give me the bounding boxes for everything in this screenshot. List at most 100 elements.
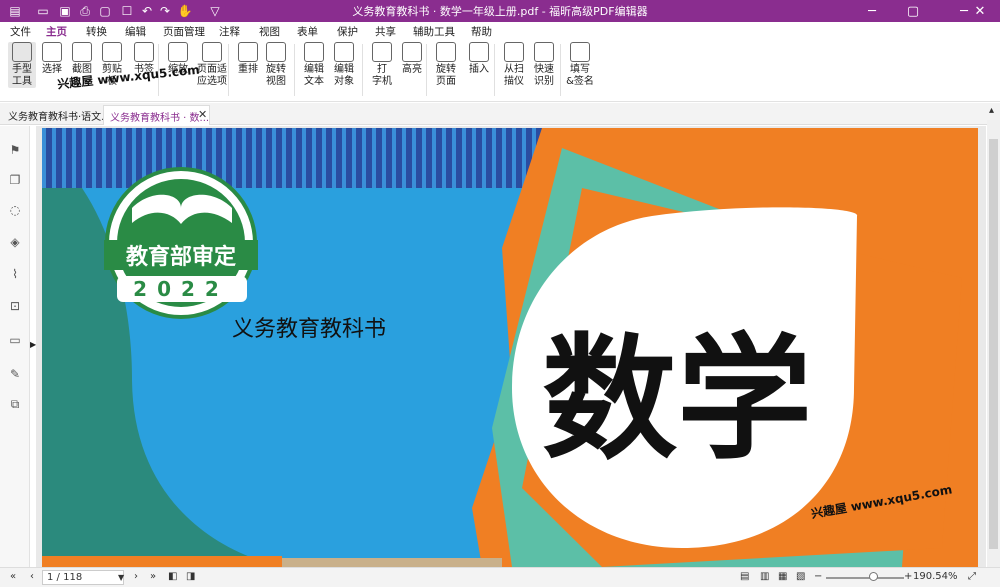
compare-icon[interactable]: ⧉: [7, 396, 23, 412]
menu-accessibility[interactable]: 辅助工具: [413, 24, 455, 39]
close-tab-icon[interactable]: ✕: [198, 108, 207, 121]
cover-stripe: [92, 128, 96, 188]
cover-stripe: [352, 128, 356, 188]
menu-file[interactable]: 文件: [10, 24, 31, 39]
menu-comment[interactable]: 注释: [219, 24, 240, 39]
zoom-slider[interactable]: [826, 577, 904, 579]
ribbon-tool-typewriter[interactable]: 打 字机: [368, 42, 396, 88]
facing-page-icon[interactable]: ▦: [778, 571, 787, 582]
ribbon-tool-reflow[interactable]: 重排: [234, 42, 262, 76]
hand-icon: [12, 42, 32, 62]
menu-help[interactable]: 帮助: [471, 24, 492, 39]
zoom-level[interactable]: 190.54%: [913, 571, 958, 582]
fullscreen-icon[interactable]: ⤢: [968, 571, 976, 582]
cover-stripe: [362, 128, 366, 188]
ribbon-tool-rotate-view[interactable]: 旋转 视图: [262, 42, 290, 88]
prev-page-icon[interactable]: ‹: [30, 571, 34, 582]
zoom-in-icon[interactable]: +: [904, 571, 912, 582]
cover-stripe: [322, 128, 326, 188]
cover-stripe: [232, 128, 236, 188]
cover-stripe: [72, 128, 76, 188]
cover-stripe: [252, 128, 256, 188]
ribbon-tool-hand[interactable]: 手型 工具: [8, 42, 36, 88]
cover-stripe: [422, 128, 426, 188]
sign-icon[interactable]: ✎: [7, 366, 23, 382]
ribbon-tool-label: 打 字机: [372, 64, 392, 87]
next-view-icon[interactable]: ◨: [186, 571, 195, 582]
cover-stripe: [402, 128, 406, 188]
pdf-page: 教育部审定 2022 义务教育教科书 数学 兴趣屋 www.xqu5.com: [42, 128, 978, 567]
attachments-icon[interactable]: ⌇: [7, 266, 23, 282]
cover-stripe: [392, 128, 396, 188]
continuous-page-icon[interactable]: ▥: [760, 571, 769, 582]
ribbon-tool-label: 选择: [42, 64, 62, 75]
zoom-out-icon[interactable]: −: [814, 571, 822, 582]
edit-text-icon: [304, 42, 324, 62]
scrollbar-thumb[interactable]: [989, 139, 998, 549]
clipboard-icon: [102, 42, 122, 62]
zoom-slider-thumb[interactable]: [869, 572, 878, 581]
page-dropdown-icon[interactable]: ▼: [118, 573, 124, 582]
ribbon-tool-label: 重排: [238, 64, 258, 75]
format-icon[interactable]: ▭: [7, 332, 23, 348]
cover-stripe: [472, 128, 476, 188]
navigation-panel: ⚑ ❐ ◌ ◈ ⌇ ⊡ ▭ ✎ ⧉: [0, 126, 30, 567]
ribbon-separator: [294, 44, 295, 96]
continuous-facing-icon[interactable]: ▧: [796, 571, 805, 582]
restore-icon[interactable]: ▢: [893, 0, 933, 22]
cover-stripe: [482, 128, 486, 188]
cover-stripe: [462, 128, 466, 188]
bookmark-icon[interactable]: ⚑: [7, 142, 23, 158]
menu-view[interactable]: 视图: [259, 24, 280, 39]
snapshot-icon: [72, 42, 92, 62]
minimize-icon[interactable]: ─: [852, 0, 892, 22]
ribbon-tool-label: 手型 工具: [12, 64, 32, 87]
menu-bar: 文件 主页 转换 编辑 页面管理 注释 视图 表单 保护 共享 辅助工具 帮助 …: [0, 22, 1000, 61]
next-page-icon[interactable]: ›: [134, 571, 138, 582]
menu-share[interactable]: 共享: [375, 24, 396, 39]
comments-icon[interactable]: ◌: [7, 202, 23, 218]
scanner-icon: [504, 42, 524, 62]
cover-stripe: [372, 128, 376, 188]
document-view[interactable]: 教育部审定 2022 义务教育教科书 数学 兴趣屋 www.xqu5.com: [36, 126, 986, 567]
tab-document-1[interactable]: 义务教育教科书·语文...: [2, 105, 111, 125]
ribbon-tool-scanner[interactable]: 从扫 描仪: [500, 42, 528, 88]
cover-stripe: [262, 128, 266, 188]
ribbon-tool-highlight[interactable]: 高亮: [398, 42, 426, 76]
menu-convert[interactable]: 转换: [86, 24, 107, 39]
reflow-icon: [238, 42, 258, 62]
ribbon-tool-select-cursor[interactable]: 选择: [38, 42, 66, 76]
ribbon-tool-ocr[interactable]: 快速 识别: [530, 42, 558, 88]
prev-view-icon[interactable]: ◧: [168, 571, 177, 582]
page-number-input[interactable]: 1 / 118: [42, 570, 124, 585]
cover-stripe: [122, 128, 126, 188]
ribbon-tool-insert[interactable]: 插入: [465, 42, 493, 76]
ribbon-separator: [228, 44, 229, 96]
single-page-icon[interactable]: ▤: [740, 571, 749, 582]
cover-stripe: [132, 128, 136, 188]
last-page-icon[interactable]: »: [150, 571, 156, 582]
first-page-icon[interactable]: «: [10, 571, 16, 582]
layers-icon[interactable]: ◈: [7, 234, 23, 250]
ribbon-tool-fill-sign[interactable]: 填写 &签名: [566, 42, 594, 88]
window-title: 义务教育教科书 · 数学一年级上册.pdf - 福昕高级PDF编辑器: [352, 5, 648, 18]
tab-scroll-up-icon[interactable]: ▴: [989, 105, 994, 116]
menu-protect[interactable]: 保护: [337, 24, 358, 39]
ribbon-tool-edit-object[interactable]: 编辑 对象: [330, 42, 358, 88]
rotate-page-icon: [436, 42, 456, 62]
typewriter-icon: [372, 42, 392, 62]
close-icon[interactable]: ✕: [960, 0, 1000, 22]
title-bar: ▤ ▭ ▣ ⎙ ▢ ☐ ↶ ↷ ✋ ▽ 义务教育教科书 · 数学一年级上册.pd…: [0, 0, 1000, 22]
ribbon-tool-rotate-page[interactable]: 旋转 页面: [432, 42, 460, 88]
ribbon-tool-edit-text[interactable]: 编辑 文本: [300, 42, 328, 88]
pages-icon[interactable]: ❐: [7, 172, 23, 188]
menu-edit[interactable]: 编辑: [125, 24, 146, 39]
vertical-scrollbar[interactable]: [987, 120, 1000, 567]
menu-page-manage[interactable]: 页面管理: [163, 24, 205, 39]
tab-document-2[interactable]: 义务教育教科书 · 数...: [103, 105, 210, 125]
cover-stripe: [272, 128, 276, 188]
cover-stripe: [432, 128, 436, 188]
menu-form[interactable]: 表单: [297, 24, 318, 39]
edit-object-icon: [334, 42, 354, 62]
security-icon[interactable]: ⊡: [7, 298, 23, 314]
